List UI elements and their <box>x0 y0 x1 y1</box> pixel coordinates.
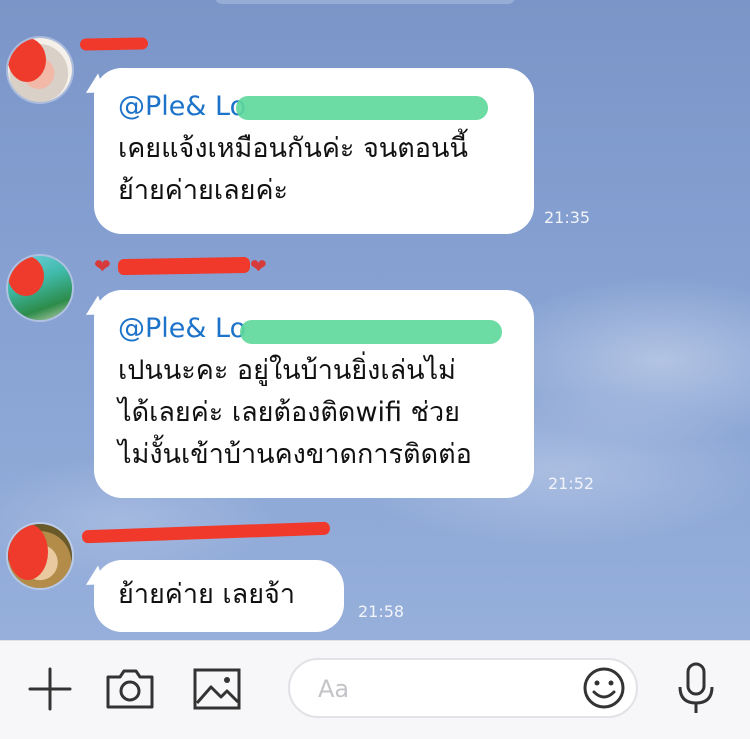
avatar[interactable] <box>8 38 72 102</box>
image-icon[interactable] <box>192 667 242 711</box>
emoji-icon[interactable] <box>582 666 626 710</box>
message-input[interactable] <box>316 670 570 708</box>
message-time: 21:58 <box>358 602 405 621</box>
message-time: 21:35 <box>544 208 591 227</box>
message-text: เคยแจ้งเหมือนกันค่ะ จนตอนนี้ ย้ายค่ายเลย… <box>118 133 468 206</box>
avatar[interactable] <box>8 524 72 588</box>
message-bubble[interactable]: ย้ายค่าย เลยจ้า <box>94 560 344 632</box>
sender-name-redaction <box>79 37 149 51</box>
sender-name-redaction <box>117 256 251 276</box>
top-bar-pill <box>215 0 515 4</box>
mention-redaction <box>236 96 488 120</box>
sender-name: ❤ <box>94 256 111 278</box>
message-input-wrapper <box>288 658 638 718</box>
mention-redaction <box>240 320 502 344</box>
heart-icon-right: ❤ <box>250 254 267 278</box>
plus-icon[interactable] <box>26 665 74 713</box>
mention-link[interactable]: @Ple& Lo <box>118 312 502 346</box>
message-time: 21:52 <box>548 474 595 493</box>
message-bubble[interactable]: @Ple& Lo เปนนะคะ อยู่ในบ้านยิ่งเล่นไม่ ไ… <box>94 290 534 498</box>
message-text: เปนนะคะ อยู่ในบ้านยิ่งเล่นไม่ ได้เลยค่ะ … <box>118 355 472 470</box>
message-bubble[interactable]: @Ple& Lo เคยแจ้งเหมือนกันค่ะ จนตอนนี้ ย้… <box>94 68 534 234</box>
message-input-bar <box>0 640 750 739</box>
mention-link[interactable]: @Ple& Lo <box>118 90 488 124</box>
microphone-icon[interactable] <box>676 661 716 717</box>
camera-icon[interactable] <box>104 665 156 713</box>
message-text: ย้ายค่าย เลยจ้า <box>118 579 296 610</box>
heart-icon: ❤ <box>94 254 111 278</box>
avatar[interactable] <box>8 256 72 320</box>
